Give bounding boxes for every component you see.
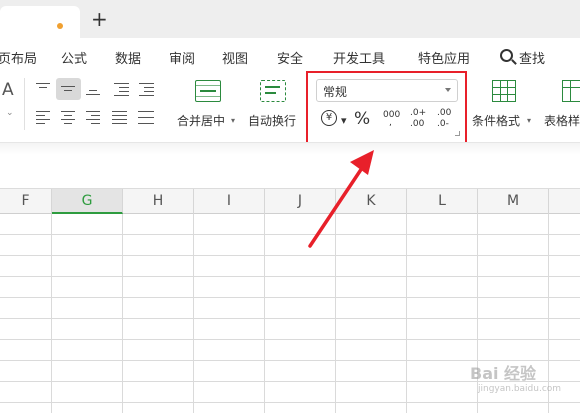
menu-security[interactable]: 安全	[277, 48, 303, 67]
column-header-h[interactable]: H	[123, 189, 194, 214]
align-right-icon[interactable]	[86, 110, 103, 125]
menu-view[interactable]: 视图	[222, 48, 248, 67]
wrap-text-icon[interactable]	[260, 80, 286, 102]
font-size-partial-icon[interactable]: A	[2, 80, 14, 100]
tab-strip: +	[0, 0, 580, 38]
merge-dropdown-caret-icon[interactable]: ▾	[231, 116, 235, 125]
document-tab[interactable]	[0, 6, 80, 38]
table-style-label[interactable]: 表格样	[544, 112, 580, 129]
column-header-row: F G H I J K L M	[0, 188, 580, 214]
ribbon-separator	[24, 78, 25, 130]
column-header-k[interactable]: K	[336, 189, 407, 214]
new-tab-button[interactable]: +	[91, 6, 108, 32]
conditional-format-label[interactable]: 条件格式	[472, 112, 520, 129]
align-center-icon[interactable]	[61, 110, 78, 125]
merge-center-label[interactable]: 合并居中	[177, 112, 225, 129]
column-header-g[interactable]: G	[52, 189, 123, 214]
search-icon[interactable]	[500, 49, 513, 62]
unsaved-dot-icon	[57, 23, 63, 29]
watermark-logo: Bai 经验	[470, 364, 537, 383]
search-label[interactable]: 查找	[519, 48, 545, 67]
menu-data[interactable]: 数据	[115, 48, 141, 67]
menu-page-layout[interactable]: 页布局	[0, 48, 37, 67]
column-header-j[interactable]: J	[265, 189, 336, 214]
align-middle-icon[interactable]	[61, 82, 78, 97]
distributed-align-icon[interactable]	[138, 110, 155, 125]
column-header-l[interactable]: L	[407, 189, 478, 214]
highlight-box	[306, 71, 467, 150]
menu-special[interactable]: 特色应用	[418, 48, 470, 67]
watermark-url: jingyan.baidu.com	[478, 384, 562, 394]
conditional-format-icon[interactable]	[492, 80, 516, 102]
menu-developer[interactable]: 开发工具	[333, 48, 385, 67]
align-left-icon[interactable]	[36, 110, 53, 125]
column-header-f[interactable]: F	[0, 189, 52, 214]
conditional-format-caret-icon[interactable]: ▾	[527, 116, 531, 125]
align-bottom-icon[interactable]	[86, 82, 103, 97]
merge-center-icon[interactable]	[195, 80, 221, 102]
align-top-icon[interactable]	[36, 82, 53, 97]
ribbon-shadow	[0, 143, 580, 155]
column-header-m[interactable]: M	[478, 189, 549, 214]
font-dropdown-caret-icon: ⌄	[6, 108, 14, 118]
table-style-icon[interactable]	[562, 80, 580, 102]
decrease-indent-icon[interactable]	[114, 82, 131, 97]
menu-review[interactable]: 审阅	[169, 48, 195, 67]
increase-indent-icon[interactable]	[139, 82, 156, 97]
menu-formula[interactable]: 公式	[61, 48, 87, 67]
justify-icon[interactable]	[112, 110, 129, 125]
wrap-text-label[interactable]: 自动换行	[248, 112, 296, 129]
menu-bar: 页布局 公式 数据 审阅 视图 安全 开发工具 特色应用 查找	[0, 38, 580, 74]
column-header-i[interactable]: I	[194, 189, 265, 214]
